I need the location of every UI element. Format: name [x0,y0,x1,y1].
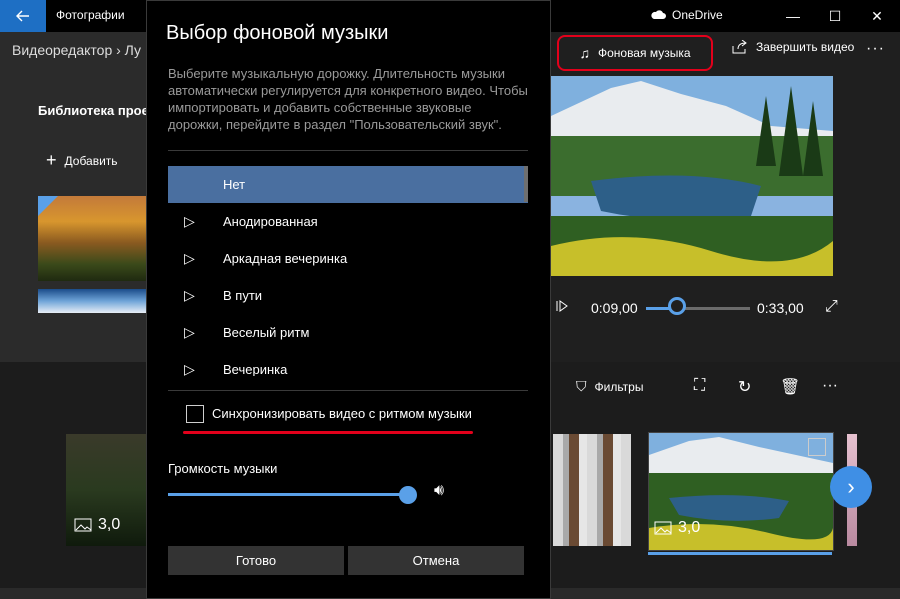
background-music-button[interactable]: ♫ Фоновая музыка [557,35,713,71]
share-icon [732,40,747,54]
filter-icon: ⛉ [576,378,587,394]
cancel-button[interactable]: Отмена [348,546,524,575]
selection-corner-marker [38,196,58,216]
expand-icon[interactable]: ⤢ [825,298,838,316]
minimize-button[interactable]: — [770,0,816,32]
maximize-button[interactable]: ☐ [812,0,858,32]
finish-video-button[interactable]: Завершить видео [732,40,854,54]
clip-duration-value: 3,0 [678,519,701,536]
music-track-item[interactable]: ▷ Анодированная [168,203,528,240]
play-icon[interactable]: ▷ [184,361,195,376]
music-track-name: Веселый ритм [223,325,310,340]
back-button[interactable] [0,0,46,32]
music-track-item[interactable]: ▷ В пути [168,277,528,314]
music-track-item[interactable]: ▷ Аркадная вечеринка [168,240,528,277]
music-track-list[interactable]: Нет ▷ Анодированная ▷ Аркадная вечеринка ▷ В п… [168,166,528,376]
back-arrow-icon [16,10,29,22]
landscape-preview-image [551,76,833,276]
library-thumbnail-sky[interactable] [38,289,146,313]
volume-slider-thumb[interactable] [399,486,417,504]
sync-beat-checkbox[interactable] [186,405,204,423]
music-track-name: В пути [223,288,263,303]
dialog-description: Выберите музыкальную дорожку. Длительнос… [168,66,528,132]
sync-beat-label[interactable]: Синхронизировать видео с ритмом музыки [212,406,472,421]
clip-duration: 3,0 [74,516,120,534]
play-pause-button[interactable] [556,300,568,315]
more-options-icon[interactable]: ··· [822,377,838,395]
storyboard-clip-trees[interactable] [553,434,631,546]
finish-video-label: Завершить видео [756,40,855,54]
speaker-icon[interactable]: 🔊︎ [434,482,444,500]
current-time: 0:09,00 [591,300,638,316]
cloud-icon [651,10,666,19]
delete-icon[interactable]: 🗑 [780,377,800,397]
music-note-icon: ♫ [579,45,590,61]
clip-duration: 3,0 [654,519,700,537]
music-track-name: Анодированная [223,214,318,229]
add-button[interactable]: + Добавить [46,150,118,171]
divider [168,150,528,151]
music-track-name: Нет [223,177,246,192]
music-track-name: Аркадная вечеринка [223,251,348,266]
app-title: Фотографии [56,8,125,22]
close-button[interactable]: ✕ [854,0,900,32]
music-track-item[interactable]: ▷ Веселый ритм [168,314,528,351]
play-icon [556,300,568,312]
breadcrumb[interactable]: Видеоредактор › Лу [12,42,141,58]
filters-label: Фильтры [594,379,644,394]
library-title: Библиотека прое [38,103,149,118]
crop-icon[interactable]: ⛶ [694,377,705,395]
highlight-underline [183,431,473,434]
clip-select-checkbox[interactable] [808,438,826,456]
list-scrollbar[interactable] [524,166,528,202]
filters-button[interactable]: ⛉ Фильтры [576,378,643,395]
seek-slider-thumb[interactable] [668,297,686,315]
music-track-item[interactable]: Нет [168,166,528,203]
onedrive-label: OneDrive [672,8,723,22]
onedrive-status[interactable]: OneDrive [650,8,723,22]
chevron-right-icon: › [847,474,855,499]
done-button[interactable]: Готово [168,546,344,575]
dialog-title: Выбор фоновой музыки [166,22,389,44]
add-label: Добавить [64,153,118,168]
next-arrow-button[interactable]: › [830,466,872,508]
play-icon[interactable]: ▷ [184,213,195,230]
play-icon[interactable]: ▷ [184,324,195,341]
total-time: 0:33,00 [757,300,804,316]
image-icon [654,521,672,535]
play-icon[interactable]: ▷ [184,287,195,304]
more-options-button[interactable]: ··· [866,40,885,58]
music-track-name: Вечеринка [223,362,288,376]
volume-slider-track[interactable] [168,493,408,496]
rotate-icon[interactable]: ↻ [738,377,751,397]
plus-icon: + [46,150,57,170]
volume-label: Громкость музыки [168,461,278,476]
play-icon[interactable]: ▷ [184,250,195,267]
image-icon [74,518,92,532]
music-track-item[interactable]: ▷ Вечеринка [168,351,528,376]
clip-duration-value: 3,0 [98,516,121,533]
background-music-label: Фоновая музыка [597,46,691,60]
divider [168,390,528,391]
clip-selected-indicator [648,552,832,555]
video-preview [551,76,833,276]
